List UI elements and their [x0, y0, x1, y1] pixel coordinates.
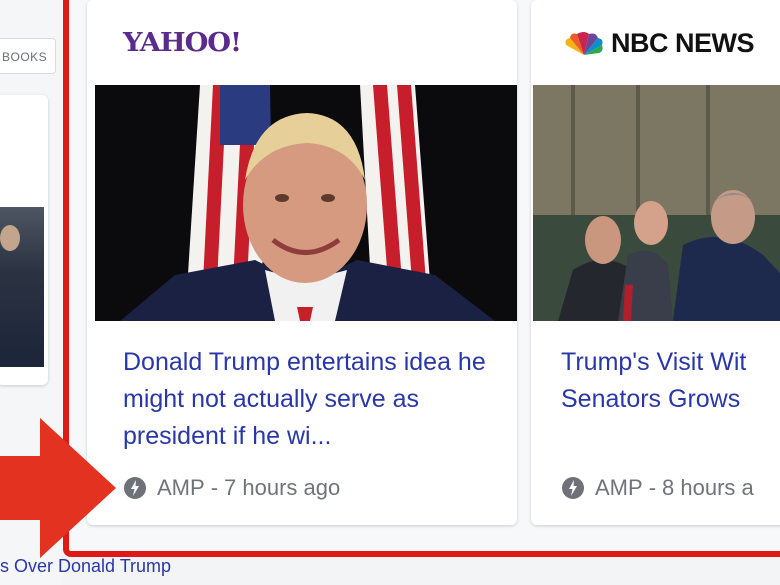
- amp-icon: [562, 477, 584, 499]
- previous-news-card[interactable]: [0, 95, 48, 385]
- nbc-peacock-icon: [565, 31, 603, 55]
- news-headline[interactable]: Trump's Visit Wit Senators Grows: [561, 344, 780, 418]
- yahoo-logo: YAHOO!: [123, 28, 242, 58]
- meta-separator: -: [648, 475, 657, 500]
- books-tab[interactable]: BOOKS: [0, 38, 56, 74]
- news-headline[interactable]: Donald Trump entertains idea he might no…: [123, 344, 503, 455]
- senators-photo: [533, 85, 780, 321]
- headline-line-1: Trump's Visit Wit: [561, 348, 747, 376]
- amp-badge: AMP: [595, 475, 643, 500]
- news-time: 8 hours a: [662, 475, 754, 500]
- news-thumbnail[interactable]: [95, 85, 517, 321]
- trump-photo: [95, 85, 517, 321]
- news-meta: AMP - 8 hours a: [561, 475, 754, 501]
- books-tab-label: BOOKS: [2, 50, 48, 64]
- nbc-news-text: NBC NEWS: [611, 28, 755, 58]
- news-card-nbc[interactable]: NBC NEWS Trump's Visit Wit Senators Grow…: [531, 0, 780, 525]
- nbc-logo: NBC NEWS: [563, 28, 755, 59]
- amp-badge: AMP: [157, 475, 205, 500]
- meta-separator: -: [210, 475, 219, 500]
- headline-line-2: Senators Grows: [561, 385, 741, 413]
- related-link[interactable]: s Over Donald Trump: [0, 556, 171, 577]
- news-thumbnail[interactable]: [533, 85, 780, 321]
- previous-news-thumbnail: [0, 207, 44, 367]
- news-card-yahoo[interactable]: YAHOO! Donald Trump entertains idea he m…: [87, 0, 517, 525]
- news-time: 7 hours ago: [224, 475, 341, 500]
- news-meta: AMP - 7 hours ago: [123, 475, 340, 501]
- arrow-icon: [0, 418, 116, 558]
- amp-icon: [124, 477, 146, 499]
